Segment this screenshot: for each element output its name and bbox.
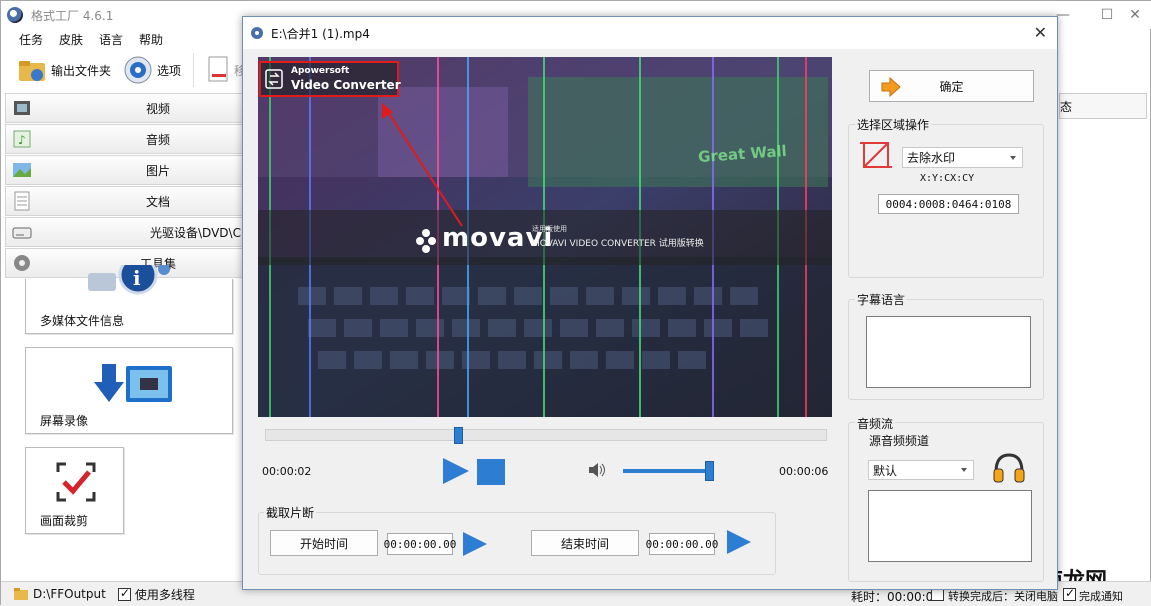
crop-dialog: E:\合并1 (1).mp4 ✕ movavi 适用版使用 MOVAVI VID…: [242, 16, 1058, 590]
dialog-app-icon: [251, 27, 263, 39]
watermark-brand: Apowersoft: [291, 66, 350, 76]
elapsed-time: 耗时：00:00:00: [851, 590, 941, 604]
tile-screen-record[interactable]: 屏幕录像: [25, 347, 233, 434]
arrow-right-icon: [881, 77, 901, 97]
chevron-down-icon: [1010, 155, 1016, 160]
chevron-down-icon: [961, 468, 967, 472]
audio-track-list[interactable]: [868, 490, 1032, 562]
app-title: 格式工厂 4.6.1: [31, 8, 114, 23]
category-image[interactable]: 图片: [5, 155, 251, 185]
remove-document-icon: [208, 56, 228, 82]
menu-help[interactable]: 帮助: [131, 31, 171, 48]
watermark-product: Video Converter: [291, 78, 401, 92]
start-play-icon[interactable]: [463, 532, 487, 556]
volume-thumb[interactable]: [705, 461, 714, 481]
document-icon: [14, 191, 30, 211]
app-logo-icon: [7, 7, 23, 23]
category-video[interactable]: 视频: [5, 93, 251, 123]
coord-value-field[interactable]: 0004:0008:0464:0108: [878, 194, 1019, 214]
notify-label: 完成通知: [1079, 590, 1123, 603]
tools-gear-icon: [14, 255, 30, 271]
play-icon[interactable]: [443, 458, 469, 484]
volume-slider[interactable]: [623, 461, 714, 481]
video-preview[interactable]: movavi 适用版使用 MOVAVI VIDEO CONVERTER 试用版转…: [258, 57, 832, 417]
volume-icon[interactable]: [587, 461, 607, 479]
audio-source-select[interactable]: 默认: [868, 460, 974, 480]
multithread-label: 使用多线程: [134, 587, 195, 602]
start-time-field[interactable]: 00:00:00.00: [384, 533, 456, 555]
multithread-checkbox[interactable]: [117, 586, 131, 601]
seek-bar[interactable]: [265, 427, 827, 444]
media-info-icon: i: [88, 265, 170, 295]
dialog-title: E:\合并1 (1).mp4: [271, 26, 370, 41]
task-list-header: 态: [1059, 93, 1147, 119]
subtitle-list[interactable]: [866, 316, 1031, 388]
category-document[interactable]: 文档: [5, 186, 251, 216]
crop-check-icon: [56, 462, 96, 502]
end-play-icon[interactable]: [727, 530, 751, 554]
folder-icon: [19, 61, 45, 81]
movavi-small-text: 适用版使用: [532, 225, 567, 233]
menu-skin[interactable]: 皮肤: [51, 31, 91, 48]
crop-region-icon: [860, 142, 892, 168]
end-time-button[interactable]: 结束时间: [531, 530, 639, 556]
end-time-field[interactable]: 00:00:00.00: [646, 533, 718, 555]
category-optical-drive[interactable]: 光驱设备\DVD\CD\: [5, 217, 251, 247]
audio-group-label: 音频流: [855, 415, 896, 432]
tile-crop[interactable]: 画面裁剪: [25, 447, 124, 534]
subtitle-group-label: 字幕语言: [855, 291, 908, 308]
svg-text:♪: ♪: [18, 133, 26, 147]
menu-task[interactable]: 任务: [11, 31, 51, 48]
ok-button[interactable]: 确定: [869, 70, 1034, 102]
menu-language[interactable]: 语言: [91, 31, 131, 48]
clip-group-label: 截取片断: [264, 504, 317, 521]
movavi-caption: MOVAVI VIDEO CONVERTER 试用版转换: [532, 239, 704, 249]
folder-small-icon: [14, 588, 28, 600]
current-time: 00:00:02: [262, 465, 312, 478]
apowersoft-logo-icon: [265, 69, 283, 89]
close-main-icon[interactable]: ✕: [1121, 5, 1149, 25]
stop-icon[interactable]: [477, 459, 505, 485]
category-audio[interactable]: ♪ 音频: [5, 124, 251, 154]
screen-record-icon: [94, 364, 172, 402]
notify-checkbox[interactable]: [1063, 586, 1076, 601]
dialog-titlebar: E:\合并1 (1).mp4 ✕: [243, 17, 1057, 49]
music-note-icon: ♪: [13, 130, 31, 148]
toolbar-separator: [193, 53, 195, 87]
region-mode-select[interactable]: 去除水印: [902, 147, 1023, 168]
region-group-label: 选择区域操作: [855, 116, 932, 133]
watermark-selection-box[interactable]: Apowersoft Video Converter: [259, 61, 401, 97]
maximize-icon[interactable]: ☐: [1093, 5, 1121, 25]
options-button[interactable]: 选项: [117, 52, 187, 88]
tile-media-info[interactable]: i 多媒体文件信息: [25, 265, 233, 334]
picture-icon: [13, 163, 31, 177]
coord-label: X:Y:CX:CY: [920, 173, 975, 184]
headphones-icon: [993, 453, 1025, 483]
dialog-close-icon[interactable]: ✕: [1034, 23, 1047, 42]
seek-thumb[interactable]: [454, 427, 463, 444]
start-time-button[interactable]: 开始时间: [270, 530, 378, 556]
after-convert-label: 转换完成后：关闭电脑: [948, 590, 1058, 603]
film-icon: [14, 101, 30, 115]
gear-icon: [124, 56, 152, 84]
disc-drive-icon: [12, 227, 32, 239]
svg-text:i: i: [133, 266, 141, 290]
total-time: 00:00:06: [779, 465, 829, 478]
output-folder-button[interactable]: 输出文件夹: [11, 52, 117, 88]
output-path: D:\FFOutput: [33, 587, 106, 601]
audio-source-label: 源音频频道: [869, 434, 930, 448]
